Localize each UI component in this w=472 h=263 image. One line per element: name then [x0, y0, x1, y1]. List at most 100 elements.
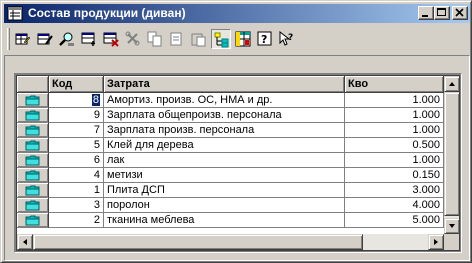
- cell-code[interactable]: 5: [49, 138, 104, 153]
- cell-qty[interactable]: 3.000: [345, 183, 444, 198]
- folder-icon: [25, 125, 40, 136]
- column-header-cost[interactable]: Затрата: [104, 76, 345, 93]
- row-indicator[interactable]: [17, 108, 49, 123]
- table-row[interactable]: 5 Клей для дерева 0.500: [17, 138, 459, 153]
- horizontal-scroll-thumb[interactable]: [33, 234, 363, 250]
- svg-text:?: ?: [288, 33, 293, 43]
- toolbar-button-clipboard[interactable]: [189, 29, 209, 49]
- column-header-qty[interactable]: Кво: [345, 76, 444, 93]
- toolbar-button-delete-row[interactable]: [101, 29, 121, 49]
- cell-cost-name[interactable]: Зарплата произв. персонала: [104, 123, 345, 138]
- scroll-left-button[interactable]: [17, 234, 33, 250]
- cell-code[interactable]: 6: [49, 153, 104, 168]
- table-insert-icon: [81, 32, 95, 46]
- cell-cost-name[interactable]: Клей для дерева: [104, 138, 345, 153]
- row-indicator[interactable]: [17, 198, 49, 213]
- help-icon: ?: [257, 31, 272, 46]
- cell-cost-name[interactable]: лак: [104, 153, 345, 168]
- cell-code[interactable]: 8: [49, 93, 104, 108]
- toolbar-button-grid-edit[interactable]: [13, 29, 33, 49]
- close-icon: [455, 8, 464, 17]
- cell-cost-name[interactable]: Амортиз. произв. ОС, НМА и др.: [104, 93, 345, 108]
- toolbar-button-grid-view[interactable]: [233, 29, 253, 49]
- table-row[interactable]: 6 лак 1.000: [17, 153, 459, 168]
- table-row[interactable]: 7 Зарплата произв. персонала 1.000: [17, 123, 459, 138]
- scroll-up-button[interactable]: [444, 76, 459, 92]
- table-row[interactable]: 2 тканина меблева 5.000: [17, 213, 459, 228]
- row-indicator[interactable]: [17, 168, 49, 183]
- close-button[interactable]: [452, 6, 468, 20]
- cell-qty[interactable]: 1.000: [345, 153, 444, 168]
- cell-code[interactable]: 9: [49, 108, 104, 123]
- row-indicator[interactable]: [17, 153, 49, 168]
- toolbar-button-grid-props[interactable]: [35, 29, 55, 49]
- scroll-right-button[interactable]: [428, 234, 444, 250]
- toolbar-button-tools[interactable]: [123, 29, 143, 49]
- cell-qty[interactable]: 5.000: [345, 213, 444, 228]
- row-indicator[interactable]: [17, 93, 49, 108]
- cell-cost-name[interactable]: Плита ДСП: [104, 183, 345, 198]
- column-header-code[interactable]: Код: [49, 76, 104, 93]
- toolbar-button-copy[interactable]: [145, 29, 165, 49]
- app-window: Состав продукции (диван) ? ? Код Затрата…: [0, 0, 472, 263]
- cell-code[interactable]: 4: [49, 168, 104, 183]
- product-composition-grid: Код Затрата Кво 8 Амортиз. произв. ОС, НМ…: [14, 73, 462, 253]
- toolbar: ? ?: [4, 25, 470, 53]
- cell-cost-name[interactable]: поролон: [104, 198, 345, 213]
- maximize-button[interactable]: [434, 6, 450, 20]
- grid-header-indicator[interactable]: [17, 76, 49, 93]
- cell-code[interactable]: 7: [49, 123, 104, 138]
- cell-cost-name[interactable]: Зарплата общепроизв. персонала: [104, 108, 345, 123]
- row-indicator[interactable]: [17, 138, 49, 153]
- scroll-down-button[interactable]: [444, 218, 459, 234]
- cell-qty[interactable]: 4.000: [345, 198, 444, 213]
- table-row[interactable]: 4 метизи 0.150: [17, 168, 459, 183]
- row-indicator[interactable]: [17, 183, 49, 198]
- cell-code[interactable]: 2: [49, 213, 104, 228]
- cell-code-text: 9: [93, 109, 100, 121]
- vertical-scrollbar[interactable]: [444, 76, 459, 234]
- folder-icon: [25, 155, 40, 166]
- table-row[interactable]: 3 поролон 4.000: [17, 198, 459, 213]
- toolbar-grip[interactable]: [7, 28, 10, 50]
- cell-qty[interactable]: 1.000: [345, 123, 444, 138]
- table-row[interactable]: 9 Зарплата общепроизв. персонала 1.000: [17, 108, 459, 123]
- vertical-scroll-thumb[interactable]: [444, 92, 459, 216]
- minimize-button[interactable]: [418, 6, 434, 20]
- cell-qty[interactable]: 1.000: [345, 93, 444, 108]
- cell-qty[interactable]: 0.500: [345, 138, 444, 153]
- title-bar[interactable]: Состав продукции (диван): [4, 4, 470, 23]
- horizontal-scrollbar[interactable]: [17, 234, 444, 250]
- magnifier-icon: [59, 32, 74, 46]
- toolbar-button-search[interactable]: [57, 29, 77, 49]
- cell-cost-name[interactable]: метизи: [104, 168, 345, 183]
- toolbar-button-context-help[interactable]: ?: [277, 29, 297, 49]
- cell-cost-name[interactable]: тканина меблева: [104, 213, 345, 228]
- toolbar-button-insert-row[interactable]: [79, 29, 99, 49]
- cell-code-text: 8: [91, 94, 100, 106]
- row-indicator[interactable]: [17, 123, 49, 138]
- tools-icon: [125, 31, 140, 46]
- window-app-icon: [7, 6, 23, 21]
- maximize-icon: [437, 8, 446, 16]
- table-row[interactable]: 8 Амортиз. произв. ОС, НМА и др. 1.000: [17, 93, 459, 108]
- cell-code[interactable]: 1: [49, 183, 104, 198]
- cell-qty[interactable]: 0.150: [345, 168, 444, 183]
- cell-code[interactable]: 3: [49, 198, 104, 213]
- cell-code-text: 2: [93, 214, 100, 226]
- folder-icon: [25, 95, 40, 106]
- tree-view-icon: [214, 32, 229, 48]
- toolbar-button-help[interactable]: ?: [255, 29, 275, 49]
- grid-view-icon: [235, 31, 251, 47]
- arrow-up-icon: [449, 82, 455, 86]
- table-row[interactable]: 1 Плита ДСП 3.000: [17, 183, 459, 198]
- toolbar-button-paste[interactable]: [167, 29, 187, 49]
- arrow-down-icon: [449, 224, 455, 228]
- folder-icon: [25, 215, 40, 226]
- toolbar-button-tree-view[interactable]: [211, 29, 231, 49]
- row-indicator[interactable]: [17, 213, 49, 228]
- paste-icon: [170, 32, 182, 46]
- cell-qty[interactable]: 1.000: [345, 108, 444, 123]
- folder-icon: [25, 185, 40, 196]
- grid-edit-icon: [15, 33, 31, 45]
